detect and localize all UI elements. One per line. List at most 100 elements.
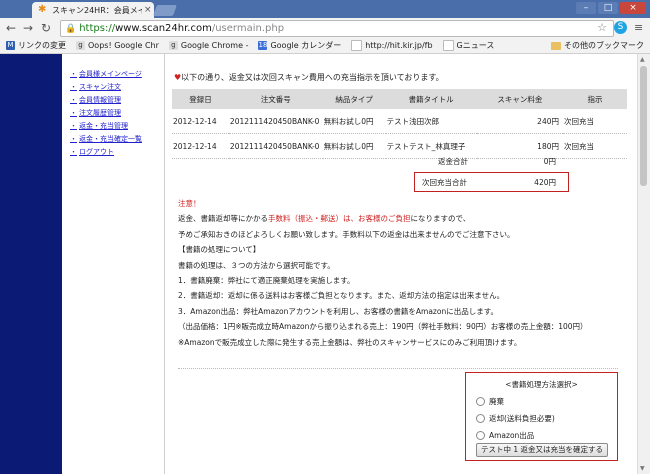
minimize-button[interactable]: –: [576, 2, 596, 14]
forward-arrow-icon[interactable]: →: [23, 21, 33, 35]
sidebar-item-refund-list[interactable]: ・返金・充当確定一覧: [70, 133, 142, 146]
bookmarks-bar: M リンクの変更 g Oops! Google Chr g Google Chr…: [0, 38, 650, 54]
bookmark-item[interactable]: g Google Chrome -: [168, 41, 249, 50]
table-cell: 2012-12-14: [172, 109, 229, 134]
menu-icon[interactable]: ≡: [634, 21, 647, 34]
other-bookmarks[interactable]: その他のブックマーク: [551, 40, 644, 51]
table-cell: 次回充当: [563, 109, 627, 134]
url-scheme: https://: [79, 23, 116, 34]
column-header: 登録日: [172, 89, 229, 109]
table-cell: 次回充当: [563, 133, 627, 159]
table-row: 2012-12-14 2012111420450BANK-0 無料お試し0円 テ…: [172, 109, 627, 134]
intro-text: ♥以下の通り、返金又は次回スキャン費用への充当指示を頂いております。: [174, 72, 444, 83]
bookmark-label: Google カレンダー: [270, 41, 342, 50]
window-controls: – □ ×: [574, 2, 646, 14]
table-row: 2012-12-14 2012111420450BANK-0 無料お試し0円 テ…: [172, 133, 627, 159]
scroll-down-icon[interactable]: ▼: [640, 465, 645, 472]
site-favicon-icon: ✱: [38, 4, 47, 15]
carry-total-value: 420円: [534, 178, 556, 187]
table-cell: 2012111420450BANK-0: [228, 133, 323, 159]
table-cell: 無料お試し0円: [322, 109, 386, 134]
sidebar-item-refund-manage[interactable]: ・返金・充当管理: [70, 120, 142, 133]
table-cell: テストテスト_林真理子: [385, 133, 477, 159]
intro-label: 以下の通り、返金又は次回スキャン費用への充当指示を頂いております。: [181, 73, 444, 82]
table-cell: 2012-12-14: [172, 133, 229, 159]
bookmark-item[interactable]: 18 Google カレンダー: [258, 40, 341, 51]
vertical-scrollbar[interactable]: ▲ ▼: [637, 54, 650, 474]
note-line: 3．Amazon出品：弊社Amazonアカウントを利用し、お客様の書籍をAmaz…: [178, 306, 498, 316]
page-icon: [351, 40, 363, 51]
bookmark-label: リンクの変更: [18, 41, 66, 50]
tab-close-icon[interactable]: ×: [144, 5, 152, 15]
sidebar-item-logout[interactable]: ・ログアウト: [70, 146, 142, 159]
column-header: 書籍タイトル: [385, 89, 477, 109]
url-host: www.scan24hr.com: [115, 23, 212, 34]
url-path: /usermain.php: [211, 23, 285, 34]
note-line: 返金、書籍返却等にかかる手数料（振込・郵送）は、お客様のご負担になりますので、: [178, 214, 471, 224]
google-icon: g: [168, 41, 178, 50]
bookmark-label: Gニュース: [456, 41, 495, 50]
bookmark-label: Google Chrome -: [180, 41, 249, 50]
new-tab-button[interactable]: [152, 5, 178, 16]
bookmark-label: http://hit.kir.jp/fb: [365, 41, 433, 50]
carry-total-label: 次回充当合計: [422, 178, 467, 187]
bookmark-item[interactable]: M リンクの変更: [6, 40, 66, 51]
radio-label: 廃棄: [489, 397, 504, 406]
refund-total-label: 返金合計: [438, 157, 468, 166]
calendar-icon: 18: [258, 41, 268, 50]
bookmark-label: Oops! Google Chr: [88, 41, 159, 50]
column-header: 納品タイプ: [322, 89, 386, 109]
note-line: 書籍の処理は、３つの方法から選択可能です。: [178, 260, 335, 270]
radio-circle[interactable]: [476, 397, 485, 406]
reload-icon[interactable]: ↻: [41, 21, 51, 35]
close-window-button[interactable]: ×: [620, 2, 646, 14]
skype-icon[interactable]: S: [614, 21, 627, 34]
radio-label: Amazon出品: [489, 431, 535, 440]
notes-section: 注意！ 返金、書籍返却等にかかる手数料（振込・郵送）は、お客様のご負担になります…: [178, 196, 588, 350]
browser-tab[interactable]: ✱ スキャン24HR：会員メイ ×: [32, 2, 154, 18]
process-method-heading: <書籍処理方法選択>: [505, 380, 578, 389]
maximize-button[interactable]: □: [598, 2, 618, 14]
note-line: 【書籍の処理について】: [178, 245, 261, 255]
orders-table: 登録日 注文番号 納品タイプ 書籍タイトル スキャン料金 指示 2012-12-…: [172, 89, 627, 159]
tab-title: スキャン24HR：会員メイ: [52, 5, 142, 15]
radio-discard[interactable]: 廃棄: [476, 393, 617, 410]
sidebar-item-member-info[interactable]: ・会員情報管理: [70, 94, 142, 107]
divider: [178, 368, 618, 369]
address-bar[interactable]: 🔒 https:// www.scan24hr.com /usermain.ph…: [60, 20, 614, 37]
bookmark-star-icon[interactable]: ☆: [597, 21, 607, 34]
table-cell: 240円: [476, 109, 563, 134]
confirm-button[interactable]: テスト中 1 返金又は充当を確定する: [476, 443, 608, 457]
sidebar-item-scan-order[interactable]: ・スキャン注文: [70, 81, 142, 94]
radio-return[interactable]: 返却(送料負担必要): [476, 410, 617, 427]
browser-titlebar: ✱ スキャン24HR：会員メイ × – □ ×: [0, 0, 650, 18]
scrollbar-thumb[interactable]: [640, 66, 647, 186]
process-method-box: <書籍処理方法選択> 廃棄 返却(送料負担必要) Amazon出品 テスト中 1…: [465, 372, 618, 461]
lock-icon: 🔒: [65, 23, 77, 34]
note-line: 予めご承知おきのほどよろしくお願い致します。手数料以下の返金は出来ませんのでご注…: [178, 229, 515, 239]
radio-label: 返却(送料負担必要): [489, 414, 555, 423]
back-arrow-icon[interactable]: ←: [6, 21, 16, 35]
table-cell: テスト浅田次郎: [385, 109, 477, 134]
sidebar-item-order-history[interactable]: ・注文履歴管理: [70, 107, 142, 120]
table-cell: 2012111420450BANK-0: [228, 109, 323, 134]
radio-circle[interactable]: [476, 431, 485, 440]
browser-toolbar: ← → ↻ 🔒 https:// www.scan24hr.com /userm…: [0, 18, 650, 39]
radio-circle[interactable]: [476, 414, 485, 423]
note-line: 1．書籍廃棄：弊社にて適正廃棄処理を実施します。: [178, 275, 355, 285]
column-header: スキャン料金: [476, 89, 563, 109]
bookmark-item[interactable]: Gニュース: [442, 40, 495, 51]
sidebar-nav: ・会員様メインページ ・スキャン注文 ・会員情報管理 ・注文履歴管理 ・返金・充…: [70, 68, 142, 159]
table-header-row: 登録日 注文番号 納品タイプ 書籍タイトル スキャン料金 指示: [172, 89, 627, 109]
folder-icon: [551, 41, 561, 50]
note-line: 2．書籍返却：返却に係る送料はお客様ご負担となります。また、返却方法の指定は出来…: [178, 291, 505, 301]
bookmark-item[interactable]: http://hit.kir.jp/fb: [351, 40, 433, 51]
sidebar-divider: [164, 54, 165, 474]
note-line: ※Amazonで販売成立した際に発生する売上金額は、弊社のスキャンサービスにのみ…: [178, 337, 522, 347]
bookmark-item[interactable]: g Oops! Google Chr: [76, 41, 159, 50]
refund-total-value: 0円: [543, 157, 556, 166]
scroll-up-icon[interactable]: ▲: [640, 56, 645, 63]
table-cell: 無料お試し0円: [322, 133, 386, 159]
sidebar-item-member-main[interactable]: ・会員様メインページ: [70, 68, 142, 81]
radio-amazon[interactable]: Amazon出品: [476, 427, 617, 444]
